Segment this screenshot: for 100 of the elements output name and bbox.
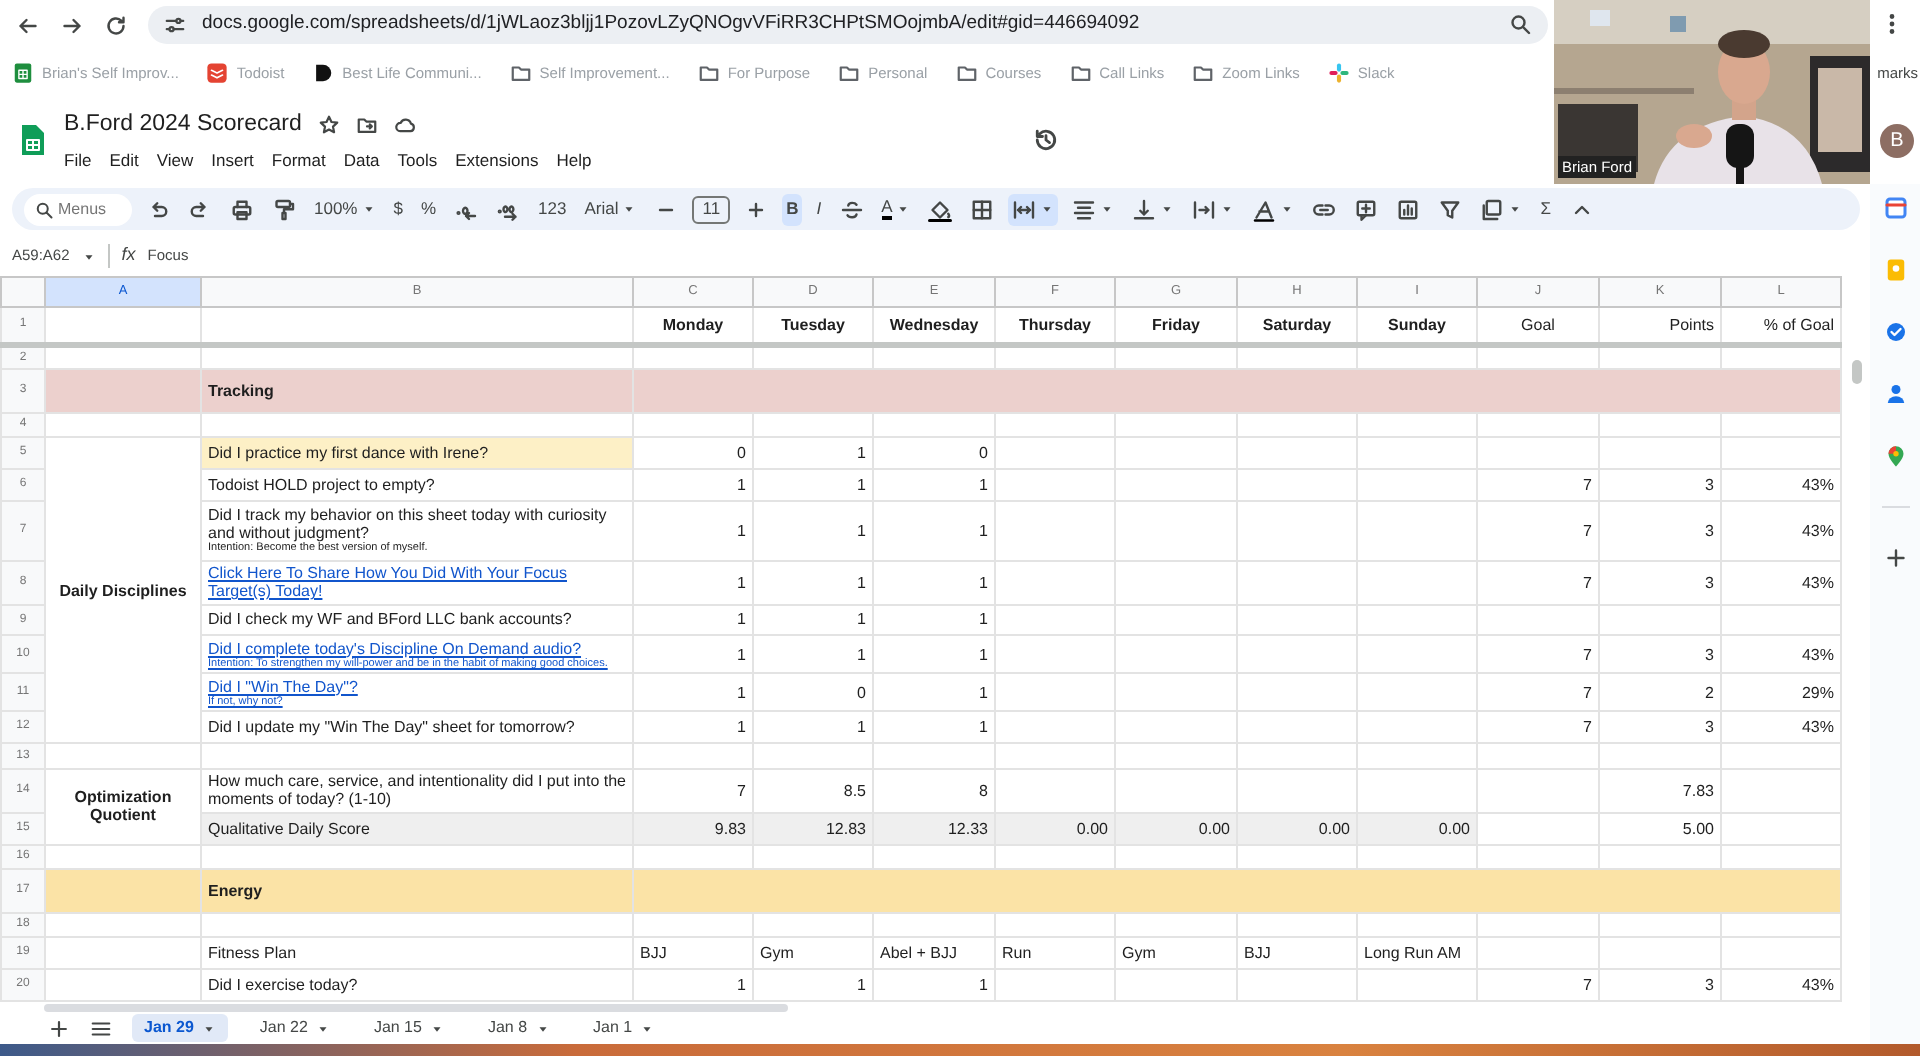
table-cell: 0 [633, 437, 753, 470]
link-cell[interactable]: Click Here To Share How You Did With Your Focus Target(s) Today! [201, 560, 633, 605]
table-cell: Did I check my WF and BFord LLC bank accounts? [201, 604, 633, 636]
menu-item[interactable]: Insert [211, 147, 254, 173]
sheet-tab[interactable]: Jan 1 [581, 1014, 667, 1042]
cell-link[interactable]: Did I complete today's Discipline On Demand audio? [208, 639, 582, 658]
toolbar-dropdown[interactable]: 100% [310, 193, 380, 225]
spreadsheet-icon [12, 62, 34, 84]
plus-icon[interactable] [1883, 546, 1907, 570]
table-cell: 1 [753, 437, 873, 470]
account-avatar[interactable]: B [1880, 123, 1914, 157]
scrollbar-thumb[interactable] [44, 1003, 788, 1011]
table-cell: 8 [873, 768, 995, 813]
back-icon[interactable] [16, 13, 40, 37]
caret-icon [640, 1021, 655, 1035]
table-cell: 7 [1477, 711, 1599, 744]
tasks-icon[interactable] [1883, 320, 1907, 344]
cell-link[interactable]: Did I "Win The Day"? [208, 677, 358, 696]
scrollbar-thumb[interactable] [1851, 360, 1861, 384]
todoist-icon [206, 62, 229, 84]
menu-item[interactable]: Help [556, 147, 592, 173]
toolbar-button[interactable]: Σ [1536, 193, 1556, 225]
url-text: docs.google.com/spreadsheets/d/1jWLaoz3bljj1PozovLZyQNOgvVFiRR3CHPtSMOojmbA/edit#gid=446694092 [202, 10, 1140, 39]
table-cell: 1 [753, 560, 873, 605]
sheet-tab[interactable]: Jan 29 [132, 1014, 228, 1042]
history-icon[interactable] [1031, 126, 1060, 154]
site-settings-icon[interactable] [164, 14, 186, 36]
cell-text: Did I track my behavior on this sheet today with curiosity and without judgment? [208, 505, 607, 543]
table-cell: Fitness Plan [201, 937, 633, 969]
table-cell: 1 [873, 469, 995, 502]
table-cell: 8.5 [753, 768, 873, 813]
forward-icon[interactable] [60, 13, 84, 37]
toolbar-button[interactable]: $ [389, 193, 407, 225]
document-title[interactable]: B.Ford 2024 Scorecard [64, 107, 302, 142]
menu-item[interactable]: Extensions [455, 147, 539, 173]
menu-item[interactable]: View [156, 147, 194, 173]
table-cell: 7 [1477, 635, 1599, 674]
table-cell: 0 [873, 437, 995, 470]
table-cell: 1 [873, 711, 995, 744]
table-cell: 1 [633, 635, 753, 674]
sheet-tab[interactable]: Jan 22 [247, 1014, 342, 1042]
folder-icon [1069, 62, 1092, 84]
caret-icon [1508, 202, 1523, 216]
contacts-icon[interactable] [1883, 382, 1907, 406]
table-cell: 43% [1721, 469, 1841, 502]
table-cell: Did I exercise today? [201, 968, 633, 1001]
table-cell: Run [995, 937, 1115, 969]
bold-button[interactable]: B [782, 193, 803, 225]
borders-icon [970, 197, 995, 221]
toolbar-button[interactable] [1008, 193, 1059, 225]
menu-item[interactable]: Data [343, 147, 380, 173]
menu-item[interactable]: Format [271, 147, 326, 173]
calendar-icon[interactable] [1883, 196, 1907, 220]
search-icon[interactable] [1508, 11, 1532, 36]
table-cell: 1 [633, 968, 753, 1001]
italic-button[interactable]: I [812, 193, 826, 225]
toolbar-dropdown[interactable]: Arial [580, 193, 641, 225]
search-icon [34, 199, 54, 219]
toolbar-button[interactable]: % [416, 193, 441, 225]
caret-icon [1100, 202, 1115, 216]
table-cell: 2 [1599, 673, 1721, 712]
address-bar[interactable]: docs.google.com/spreadsheets/d/1jWLaoz3bljj1PozovLZyQNOgvVFiRR3CHPtSMOojmbA/edit#gid=446694092 [148, 6, 1548, 44]
table-cell: Abel + BJJ [873, 937, 995, 969]
table-cell: 1 [873, 501, 995, 561]
vertical-align-icon [1132, 197, 1157, 221]
menu-item[interactable]: File [64, 147, 92, 173]
table-cell: 1 [753, 604, 873, 636]
table-cell: 43% [1721, 968, 1841, 1001]
toolbar-button[interactable]: 123 [534, 193, 571, 225]
print-icon [230, 197, 254, 221]
table-cell: 1 [873, 560, 995, 605]
table-cell: 3 [1599, 711, 1721, 744]
table-cell: 43% [1721, 501, 1841, 561]
folder-icon [1192, 62, 1215, 84]
sheet-list-icon[interactable] [90, 1017, 112, 1039]
map-pin-icon[interactable] [1883, 444, 1907, 468]
table-cell: 3 [1599, 469, 1721, 502]
cloud-icon[interactable] [393, 113, 416, 136]
paint-format-icon [272, 197, 296, 221]
folder-icon [509, 62, 532, 84]
redo-icon [188, 197, 212, 221]
folder-icon[interactable] [355, 113, 378, 136]
font-size-field[interactable]: 11 [692, 195, 731, 223]
slack-icon [1327, 62, 1350, 84]
text-color-button[interactable]: A [877, 193, 915, 225]
search-field[interactable]: Menus [24, 193, 132, 225]
reload-icon[interactable] [104, 13, 128, 37]
caret-icon [896, 202, 911, 216]
menu-item[interactable]: Edit [109, 147, 139, 173]
menu-item[interactable]: Tools [397, 147, 438, 173]
table-cell: 1 [753, 968, 873, 1001]
table-cell: 1 [633, 560, 753, 605]
sheet-tab[interactable]: Jan 8 [475, 1014, 562, 1042]
plus-icon[interactable] [48, 1017, 70, 1039]
table-cell: Did I update my "Win The Day" sheet for tomorrow? [201, 711, 633, 744]
star-icon[interactable] [317, 113, 340, 136]
table-cell: How much care, service, and intentionality did I put into the moments of today? (1-10) [201, 768, 633, 813]
table-cell: 9.83 [633, 812, 753, 845]
sheet-tab[interactable]: Jan 15 [361, 1014, 456, 1042]
filter-views-icon [1480, 197, 1505, 221]
